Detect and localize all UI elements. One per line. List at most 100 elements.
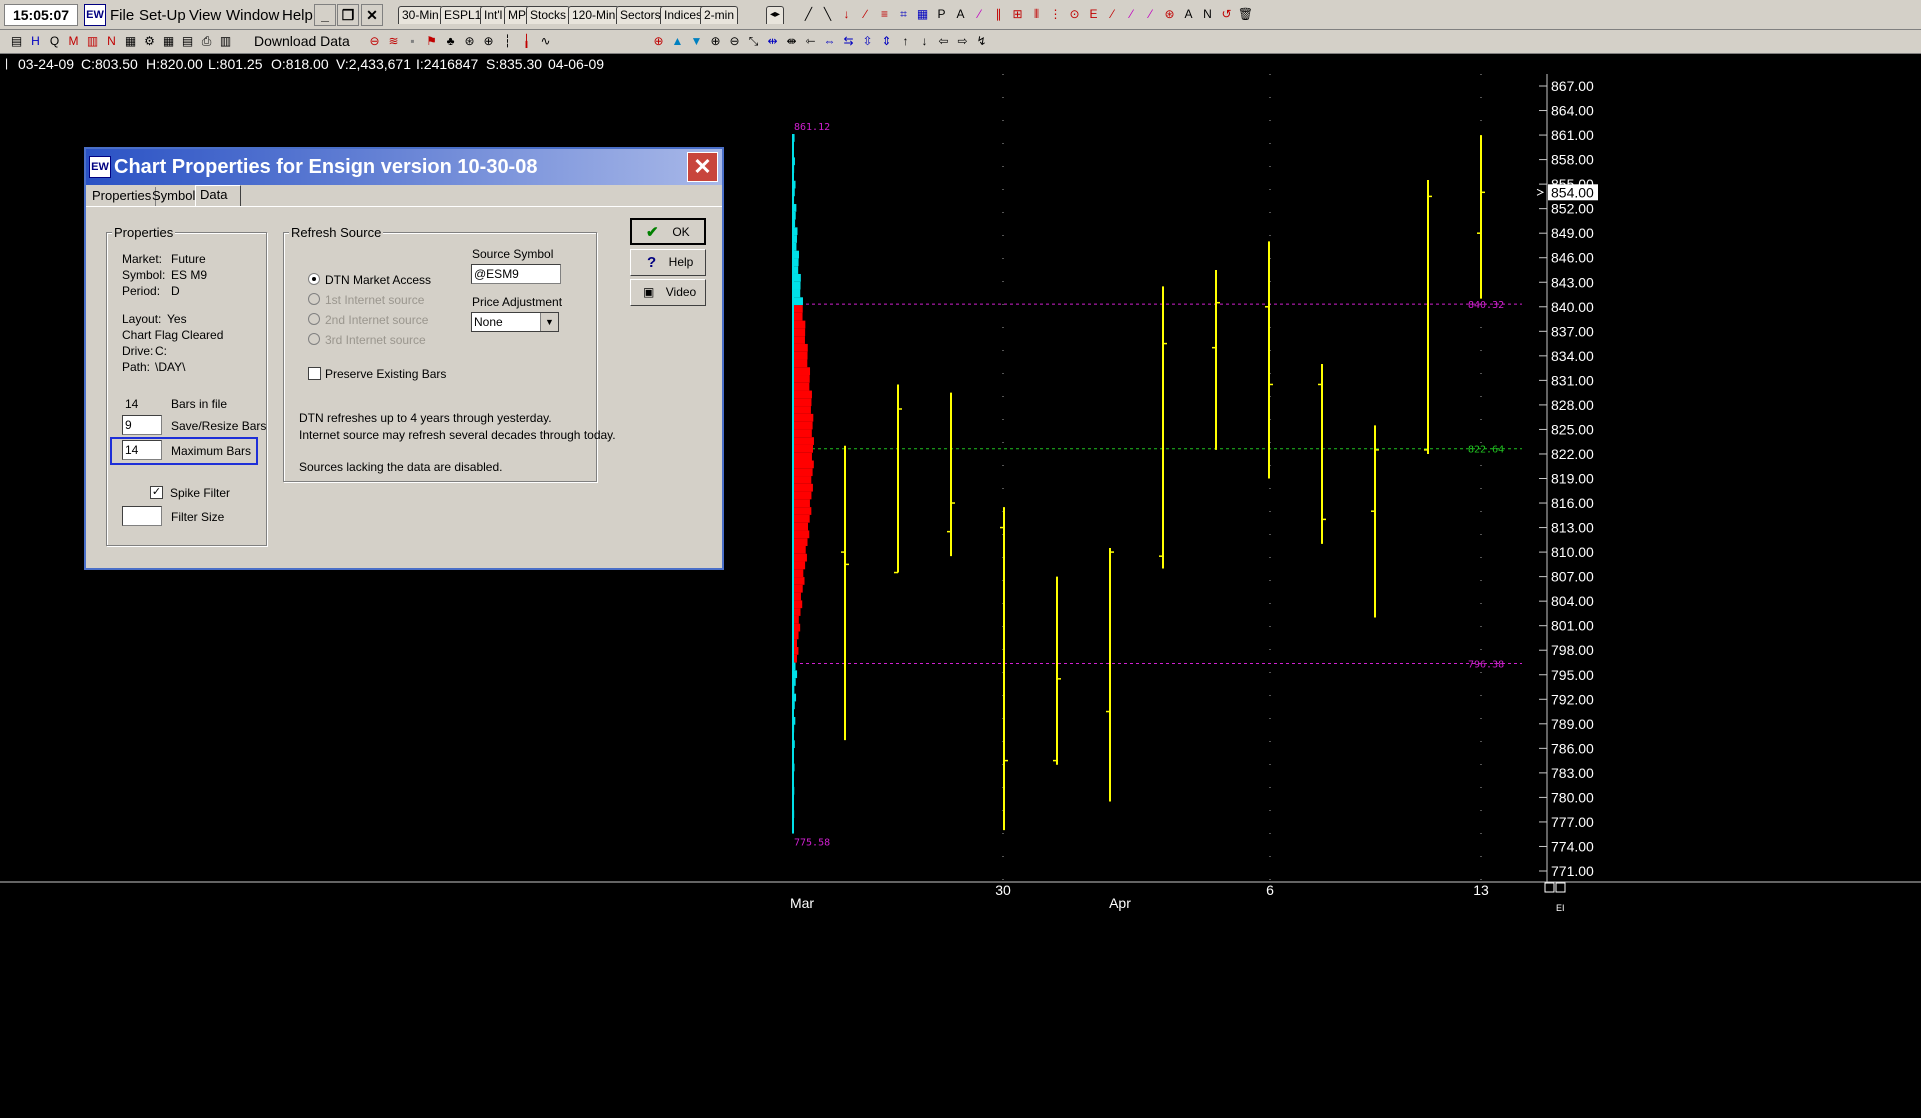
tool-study-4-icon[interactable]: ♣: [442, 33, 459, 50]
draw-tool-7-icon[interactable]: P: [933, 6, 950, 23]
dialog-titlebar[interactable]: EW Chart Properties for Ensign version 1…: [86, 149, 722, 185]
draw-tool-15-icon[interactable]: E: [1085, 6, 1102, 23]
tool-chart-3-icon[interactable]: ⊕: [707, 33, 724, 50]
ok-button[interactable]: ✔ OK: [630, 218, 706, 245]
video-button[interactable]: ▣ Video: [630, 279, 706, 306]
tool-study-7-icon[interactable]: ┆: [499, 33, 516, 50]
tool-left-5-icon[interactable]: N: [103, 33, 120, 50]
tool-study-9-icon[interactable]: ∿: [537, 33, 554, 50]
radio-dtn[interactable]: [308, 273, 320, 285]
tool-study-0-icon[interactable]: ⊖: [366, 33, 383, 50]
tool-chart-1-icon[interactable]: ▲: [669, 33, 686, 50]
page-tab-sectors[interactable]: Sectors: [616, 6, 665, 24]
draw-tool-21-icon[interactable]: N: [1199, 6, 1216, 23]
tool-chart-15-icon[interactable]: ⇦: [935, 33, 952, 50]
tool-chart-5-icon[interactable]: ⤡: [745, 33, 762, 50]
tab-data[interactable]: Data: [195, 185, 241, 207]
tool-left-10-icon[interactable]: ⎙: [198, 33, 215, 50]
draw-tool-14-icon[interactable]: ⊙: [1066, 6, 1083, 23]
tool-chart-6-icon[interactable]: ⇹: [764, 33, 781, 50]
page-tab-120min[interactable]: 120-Min: [568, 6, 620, 24]
page-tab-2min[interactable]: 2-min: [700, 6, 739, 24]
tool-chart-8-icon[interactable]: ⇽: [802, 33, 819, 50]
tool-chart-11-icon[interactable]: ⇳: [859, 33, 876, 50]
radio-dtn-label[interactable]: DTN Market Access: [325, 273, 431, 287]
draw-tool-19-icon[interactable]: ⊛: [1161, 6, 1178, 23]
tool-study-3-icon[interactable]: ⚑: [423, 33, 440, 50]
draw-tool-6-icon[interactable]: ▦: [914, 6, 931, 23]
tool-chart-2-icon[interactable]: ▼: [688, 33, 705, 50]
tab-symbol[interactable]: Symbol: [148, 187, 201, 207]
draw-tool-16-icon[interactable]: ⁄: [1104, 6, 1121, 23]
draw-tool-12-icon[interactable]: ⦀: [1028, 6, 1045, 23]
tool-left-7-icon[interactable]: ⚙: [141, 33, 158, 50]
tool-chart-10-icon[interactable]: ⇆: [840, 33, 857, 50]
tab-scroll-icon[interactable]: ◂▸: [766, 6, 785, 24]
price-adjustment-select[interactable]: None ▼: [471, 312, 559, 332]
draw-tool-1-icon[interactable]: ╲: [819, 6, 836, 23]
tool-chart-9-icon[interactable]: ⇔: [821, 33, 838, 50]
draw-tool-13-icon[interactable]: ⋮: [1047, 6, 1064, 23]
minimize-icon[interactable]: _: [314, 4, 336, 26]
tool-left-9-icon[interactable]: ▤: [179, 33, 196, 50]
page-tab-espl1[interactable]: ESPL1: [440, 6, 486, 24]
tool-study-8-icon[interactable]: ╽: [518, 33, 535, 50]
source-symbol-input[interactable]: @ESM9: [471, 264, 561, 284]
tool-study-2-icon[interactable]: ▪: [404, 33, 421, 50]
draw-tool-11-icon[interactable]: ⊞: [1009, 6, 1026, 23]
draw-tool-10-icon[interactable]: ∥: [990, 6, 1007, 23]
tool-chart-4-icon[interactable]: ⊖: [726, 33, 743, 50]
tool-left-1-icon[interactable]: H: [27, 33, 44, 50]
app-logo-icon[interactable]: EW: [84, 4, 106, 26]
tool-chart-17-icon[interactable]: ↯: [973, 33, 990, 50]
draw-tool-9-icon[interactable]: ⁄: [971, 6, 988, 23]
tool-chart-13-icon[interactable]: ↑: [897, 33, 914, 50]
close-window-icon[interactable]: ✕: [361, 4, 383, 26]
tool-left-8-icon[interactable]: ▦: [160, 33, 177, 50]
tool-left-0-icon[interactable]: ▤: [8, 33, 25, 50]
menu-window[interactable]: Window: [226, 7, 279, 24]
menu-help[interactable]: Help: [282, 7, 313, 24]
help-button[interactable]: ? Help: [630, 249, 706, 276]
draw-tool-5-icon[interactable]: ⌗: [895, 6, 912, 23]
draw-tool-0-icon[interactable]: ╱: [800, 6, 817, 23]
tool-chart-16-icon[interactable]: ⇨: [954, 33, 971, 50]
draw-tool-17-icon[interactable]: ⁄: [1123, 6, 1140, 23]
restore-icon[interactable]: ❐: [337, 4, 359, 26]
draw-tool-22-icon[interactable]: ↺: [1218, 6, 1235, 23]
tool-left-11-icon[interactable]: ▥: [217, 33, 234, 50]
chevron-down-icon[interactable]: ▼: [540, 313, 558, 331]
save-resize-bars-input[interactable]: 9: [122, 415, 162, 435]
tool-chart-14-icon[interactable]: ↓: [916, 33, 933, 50]
page-tab-30min[interactable]: 30-Min: [398, 6, 443, 24]
draw-tool-18-icon[interactable]: ⁄: [1142, 6, 1159, 23]
draw-tool-20-icon[interactable]: A: [1180, 6, 1197, 23]
dialog-close-icon[interactable]: ✕: [687, 152, 718, 182]
draw-tool-3-icon[interactable]: ∕: [857, 6, 874, 23]
page-tab-stocks[interactable]: Stocks: [526, 6, 571, 24]
menu-view[interactable]: View: [189, 7, 221, 24]
tool-chart-7-icon[interactable]: ⇼: [783, 33, 800, 50]
filter-size-input[interactable]: [122, 506, 162, 526]
tool-study-5-icon[interactable]: ⊛: [461, 33, 478, 50]
page-tab-intl[interactable]: Int'l: [480, 6, 507, 24]
preserve-bars-checkbox[interactable]: [308, 367, 321, 380]
draw-tool-4-icon[interactable]: ≡: [876, 6, 893, 23]
tool-left-6-icon[interactable]: ▦: [122, 33, 139, 50]
tool-study-6-icon[interactable]: ⊕: [480, 33, 497, 50]
tool-study-1-icon[interactable]: ≋: [385, 33, 402, 50]
preserve-bars-label[interactable]: Preserve Existing Bars: [325, 367, 446, 381]
draw-tool-8-icon[interactable]: A: [952, 6, 969, 23]
tool-chart-0-icon[interactable]: ⊕: [650, 33, 667, 50]
spike-filter-checkbox[interactable]: ✓: [150, 486, 163, 499]
tab-properties[interactable]: Properties: [88, 187, 157, 207]
draw-tool-2-icon[interactable]: ↓: [838, 6, 855, 23]
tool-left-4-icon[interactable]: ▥: [84, 33, 101, 50]
menu-file[interactable]: File: [110, 7, 134, 24]
tool-left-2-icon[interactable]: Q: [46, 33, 63, 50]
tool-left-3-icon[interactable]: M: [65, 33, 82, 50]
draw-tool-23-icon[interactable]: 🗑: [1237, 6, 1254, 23]
download-data-button[interactable]: Download Data: [254, 33, 350, 49]
tool-chart-12-icon[interactable]: ⇕: [878, 33, 895, 50]
menu-setup[interactable]: Set-Up: [139, 7, 186, 24]
